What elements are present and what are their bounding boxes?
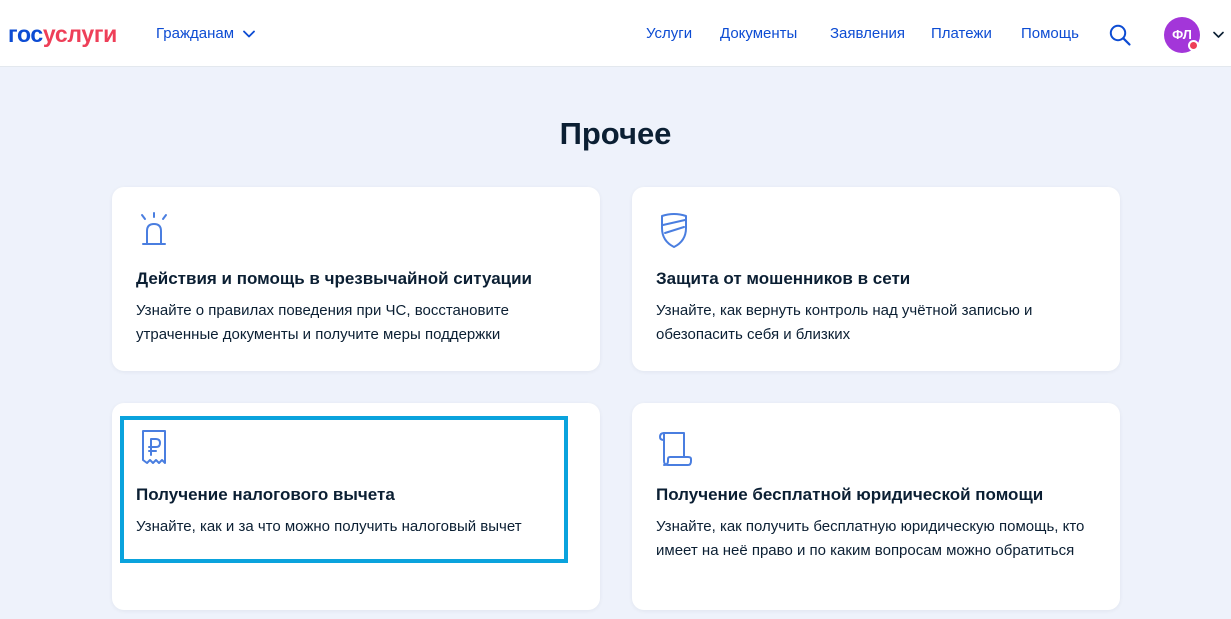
siren-icon (141, 212, 167, 245)
shield-icon (661, 213, 687, 248)
card-title: Защита от мошенников в сети (656, 269, 911, 288)
chevron-down-icon (243, 30, 255, 38)
card-title: Получение бесплатной юридической помощи (656, 485, 1044, 504)
scroll-icon (659, 432, 692, 466)
logo-part-gos: гос (8, 21, 43, 47)
nav-services[interactable]: Услуги (646, 25, 692, 43)
card-legal-aid[interactable]: Получение бесплатной юридической помощи … (632, 403, 1120, 610)
notification-dot (1188, 40, 1199, 51)
top-header: госуслуги Гражданам Услуги Документы Зая… (0, 0, 1231, 67)
card-title: Действия и помощь в чрезвычайной ситуаци… (136, 269, 532, 288)
nav-applications[interactable]: Заявления (830, 25, 905, 43)
page-title: Прочее (559, 116, 672, 151)
chevron-down-icon[interactable] (1213, 31, 1224, 39)
card-title: Получение налогового вычета (136, 485, 395, 504)
ruble-receipt-icon (142, 430, 166, 464)
nav-help[interactable]: Помощь (1021, 25, 1079, 43)
card-description: Узнайте о правилах поведения при ЧС, вос… (136, 302, 509, 343)
card-fraud-protection[interactable]: Защита от мошенников в сети Узнайте, как… (632, 187, 1120, 371)
audience-label: Гражданам (156, 25, 235, 42)
card-description: Узнайте, как получить бесплатную юридиче… (656, 518, 1085, 559)
card-description: Узнайте, как вернуть контроль над учётно… (656, 302, 1033, 343)
search-icon[interactable] (1108, 23, 1132, 47)
card-description: Узнайте, как и за что можно получить нал… (136, 518, 522, 535)
logo-part-uslugi: услуги (42, 21, 117, 47)
gosuslugi-logo[interactable]: госуслуги (8, 20, 117, 48)
nav-payments[interactable]: Платежи (931, 25, 992, 43)
card-emergency[interactable]: Действия и помощь в чрезвычайной ситуаци… (112, 187, 600, 371)
audience-selector[interactable]: Гражданам (156, 25, 255, 43)
card-tax-deduction[interactable]: Получение налогового вычета Узнайте, как… (112, 403, 600, 610)
nav-documents[interactable]: Документы (720, 25, 797, 43)
